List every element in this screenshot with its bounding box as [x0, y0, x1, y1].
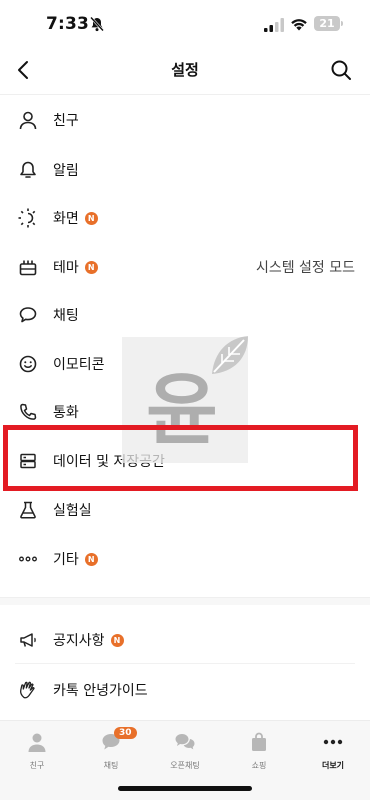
menu-item-friends[interactable]: 친구 — [0, 96, 370, 144]
signal-icon — [264, 18, 284, 32]
flask-icon — [17, 499, 39, 521]
menu-label: 화면 N — [53, 208, 98, 228]
theme-mode-value: 시스템 설정 모드 — [255, 260, 355, 276]
menu-label: 이모티콘 — [53, 357, 105, 373]
menu-item-lab[interactable]: 실험실 — [0, 486, 370, 534]
shopping-bag-icon — [252, 732, 266, 751]
more-dots-icon — [17, 548, 39, 570]
battery-tip — [341, 21, 343, 26]
menu-label: 친구 — [53, 113, 79, 129]
smile-icon — [17, 353, 39, 375]
status-time: 7:33 — [46, 14, 90, 34]
header-divider — [0, 94, 370, 95]
section-divider — [0, 597, 370, 605]
tab-open-chat[interactable]: 오픈채팅 — [148, 731, 222, 771]
home-indicator — [118, 786, 252, 791]
tab-label: 오픈채팅 — [170, 761, 200, 770]
leaf-icon — [212, 336, 248, 374]
search-icon[interactable] — [330, 59, 352, 81]
new-badge: N — [84, 211, 98, 225]
menu-item-notifications[interactable]: 알림 — [0, 146, 370, 194]
list-divider — [15, 663, 355, 664]
openchat-tab-icon — [175, 734, 195, 750]
menu-label: 공지사항 N — [53, 630, 124, 650]
tab-label: 채팅 — [103, 761, 119, 770]
new-badge: N — [84, 552, 98, 566]
menu-item-theme[interactable]: 테마 N 시스템 설정 모드 — [0, 243, 370, 291]
menu-label: 실험실 — [53, 503, 92, 519]
menu-label: 기타 N — [53, 549, 98, 569]
more-tab-icon — [323, 739, 343, 745]
tab-friends[interactable]: 친구 — [0, 731, 74, 771]
menu-label: 카톡 안녕가이드 — [53, 683, 148, 699]
phone-icon — [17, 401, 39, 423]
person-icon — [17, 109, 39, 131]
unread-count-badge: 30 — [114, 727, 137, 739]
status-bar: 7:33 21 — [0, 0, 370, 50]
menu-item-etc[interactable]: 기타 N — [0, 535, 370, 583]
highlight-box — [3, 425, 358, 491]
new-badge: N — [110, 633, 124, 647]
tab-label: 더보기 — [321, 761, 345, 770]
theme-icon — [17, 256, 39, 278]
battery-indicator: 21 — [314, 16, 340, 31]
menu-item-display[interactable]: 화면 N — [0, 194, 370, 242]
page-title: 설정 — [171, 61, 199, 79]
menu-label: 채팅 — [53, 308, 79, 324]
new-badge: N — [84, 260, 98, 274]
wifi-icon — [291, 19, 307, 31]
tab-chats[interactable]: 30 채팅 — [74, 727, 148, 771]
chat-bubble-icon — [17, 304, 39, 326]
tab-more[interactable]: 더보기 — [296, 731, 370, 771]
menu-label: 테마 N — [53, 257, 98, 277]
wave-hand-icon — [17, 679, 39, 701]
tab-label: 쇼핑 — [251, 761, 267, 770]
bell-icon — [17, 159, 39, 181]
menu-label: 알림 — [53, 163, 79, 179]
megaphone-icon — [17, 629, 39, 651]
tab-label: 친구 — [29, 761, 45, 770]
menu-item-chats[interactable]: 채팅 — [0, 291, 370, 339]
sun-icon — [17, 207, 39, 229]
bell-off-icon — [90, 16, 104, 32]
menu-item-guide[interactable]: 카톡 안녕가이드 — [0, 666, 370, 714]
menu-label: 통화 — [53, 405, 79, 421]
menu-item-notices[interactable]: 공지사항 N — [0, 616, 370, 664]
tab-shopping[interactable]: 쇼핑 — [222, 731, 296, 771]
top-navigation: 설정 — [0, 50, 370, 90]
person-tab-icon — [28, 733, 46, 752]
